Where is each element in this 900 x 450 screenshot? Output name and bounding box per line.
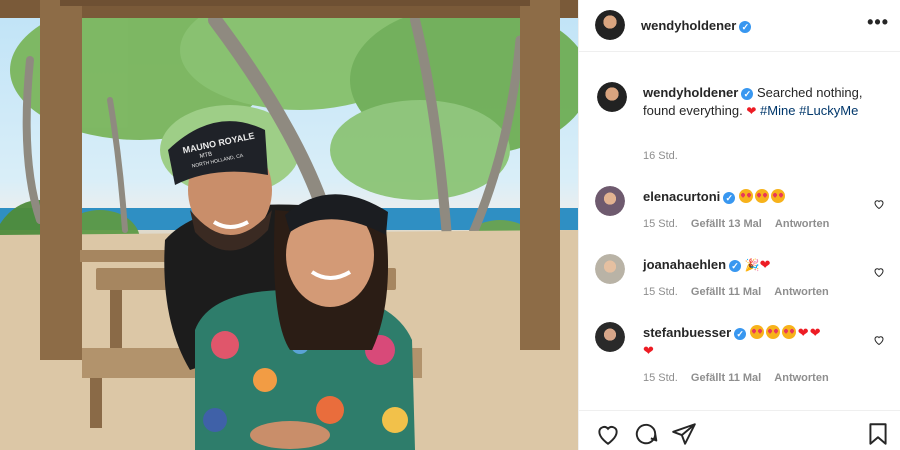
reply-button[interactable]: Antworten xyxy=(775,218,829,230)
heart-icon[interactable] xyxy=(873,266,885,278)
commenter-avatar[interactable] xyxy=(595,254,625,284)
share-icon[interactable] xyxy=(671,421,697,447)
action-bar xyxy=(579,410,900,450)
heart-eyes-emoji-icon xyxy=(754,189,769,203)
author-avatar[interactable] xyxy=(595,10,625,40)
verified-badge-icon: ✓ xyxy=(723,192,736,204)
comment-meta: 15 Std. Gefällt 11 Mal Antworten xyxy=(643,372,839,384)
hands xyxy=(250,421,330,449)
comment-likes[interactable]: Gefällt 13 Mal xyxy=(691,218,762,230)
comment-time: 15 Std. xyxy=(643,372,678,384)
heart-icon[interactable] xyxy=(873,334,885,346)
comment-meta: 15 Std. Gefällt 13 Mal Antworten xyxy=(643,218,839,230)
comment-text: joanahaehlen ✓ 🎉❤ xyxy=(643,256,853,274)
post-side-panel: wendyholdener ✓ ••• wendyholdener ✓ Search… xyxy=(578,0,900,450)
verified-badge-icon: ✓ xyxy=(739,21,752,33)
comment-time: 15 Std. xyxy=(643,218,678,230)
comment-likes[interactable]: Gefällt 11 Mal xyxy=(691,286,761,298)
reply-button[interactable]: Antworten xyxy=(774,286,828,298)
photo-scene: MAUNO ROYALE MTB NORTH HOLLAND, CA xyxy=(0,0,578,450)
hashtag-luckyme[interactable]: #LuckyMe xyxy=(799,103,858,118)
heart-emoji-icon: ❤ xyxy=(797,325,809,340)
reply-button[interactable]: Antworten xyxy=(774,372,828,384)
more-icon[interactable]: ••• xyxy=(867,13,889,31)
heart-icon[interactable] xyxy=(595,421,621,447)
commenter-avatar[interactable] xyxy=(595,322,625,352)
verified-badge-icon: ✓ xyxy=(729,260,742,272)
comment-icon[interactable] xyxy=(633,421,659,447)
post-photo[interactable]: MAUNO ROYALE MTB NORTH HOLLAND, CA xyxy=(0,0,578,450)
comment-text: stefanbuesser ✓ ❤❤ ❤ xyxy=(643,324,853,360)
caption-avatar[interactable] xyxy=(597,82,627,112)
author-name-wrap: wendyholdener ✓ xyxy=(641,17,752,35)
heart-emoji-icon: ❤ xyxy=(746,104,757,118)
heart-eyes-emoji-icon xyxy=(749,325,764,339)
heart-eyes-emoji-icon xyxy=(738,189,753,203)
bookmark-icon[interactable] xyxy=(865,421,891,447)
comment-meta: 15 Std. Gefällt 11 Mal Antworten xyxy=(643,286,839,298)
heart-icon[interactable] xyxy=(873,198,885,210)
comment-text: elenacurtoni ✓ xyxy=(643,188,853,206)
hashtag-mine[interactable]: #Mine xyxy=(760,103,795,118)
party-popper-emoji-icon: 🎉 xyxy=(744,258,760,272)
caption-username[interactable]: wendyholdener xyxy=(643,85,738,100)
heart-eyes-emoji-icon xyxy=(781,325,796,339)
heart-eyes-emoji-icon xyxy=(770,189,785,203)
commenter-username[interactable]: elenacurtoni xyxy=(643,189,720,204)
comment-time: 15 Std. xyxy=(643,286,678,298)
commenter-username[interactable]: stefanbuesser xyxy=(643,325,731,340)
commenter-username[interactable]: joanahaehlen xyxy=(643,257,726,272)
post-header: wendyholdener ✓ ••• xyxy=(579,0,900,52)
verified-badge-icon: ✓ xyxy=(734,328,747,340)
post-timestamp: 16 Std. xyxy=(643,150,678,162)
heart-eyes-emoji-icon xyxy=(765,325,780,339)
heart-emoji-icon: ❤ xyxy=(759,257,771,272)
author-username[interactable]: wendyholdener xyxy=(641,18,736,33)
caption-text: wendyholdener ✓ Searched nothing, found e… xyxy=(643,84,879,120)
commenter-avatar[interactable] xyxy=(595,186,625,216)
heart-emoji-icon: ❤ xyxy=(643,343,654,358)
comment-likes[interactable]: Gefällt 11 Mal xyxy=(691,372,761,384)
heart-emoji-icon: ❤ xyxy=(809,325,821,340)
verified-badge-icon: ✓ xyxy=(741,88,754,100)
